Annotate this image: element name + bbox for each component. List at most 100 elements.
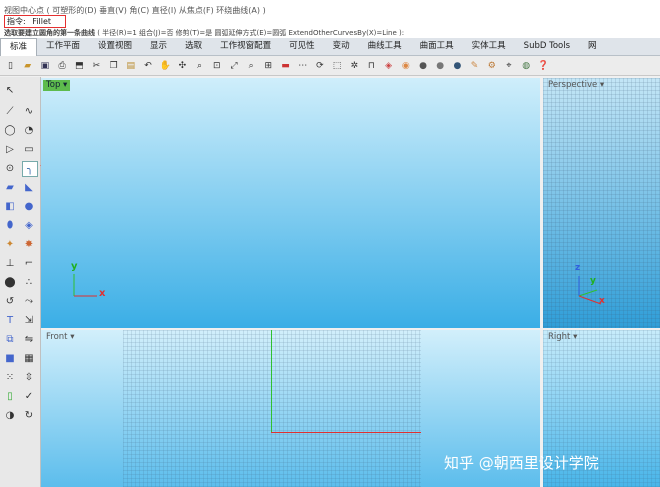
tab-subd-tools[interactable]: SubD Tools	[515, 38, 579, 55]
text-icon[interactable]: T	[3, 313, 17, 327]
tab-cplanes[interactable]: 工作平面	[37, 38, 89, 55]
analyze-icon[interactable]: ◑	[3, 408, 17, 422]
move-view-icon[interactable]: ✣	[176, 59, 189, 72]
boolean-icon[interactable]: ✦	[3, 237, 17, 251]
command-options-line: 选取要建立圆角的第一条曲线 ( 半径(R)=1 组合(J)=否 修剪(T)=是 …	[4, 28, 404, 38]
transform-icon[interactable]: ⌖	[502, 59, 515, 72]
polyline-icon[interactable]: ⟋	[3, 104, 17, 118]
command-label: 指令:	[7, 17, 26, 26]
command-value: Fillet	[32, 17, 51, 26]
trim-icon[interactable]: ⌐	[22, 256, 36, 270]
help-icon[interactable]: ❓	[537, 59, 550, 72]
mirror-icon[interactable]: ⇋	[22, 332, 36, 346]
viewport-perspective[interactable]: Perspective ▾ z y x	[543, 78, 660, 328]
save-icon[interactable]: ▣	[38, 59, 51, 72]
sticky-pin-icon[interactable]: ✎	[468, 59, 481, 72]
axis-label-x-persp: x	[599, 296, 605, 306]
viewport-top[interactable]: Top ▾ y x	[41, 78, 540, 328]
four-view-icon[interactable]: ⊞	[262, 59, 275, 72]
arc-icon[interactable]: ◔	[22, 123, 36, 137]
print-icon[interactable]: ⎙	[56, 59, 69, 72]
fillet-curve-icon[interactable]: ╮	[22, 161, 38, 177]
viewport-label-perspective[interactable]: Perspective ▾	[545, 80, 607, 91]
tab-solid-tools[interactable]: 实体工具	[463, 38, 515, 55]
viewport-label-right[interactable]: Right ▾	[545, 332, 580, 343]
tab-curve-tools[interactable]: 曲线工具	[359, 38, 411, 55]
axis-label-z: z	[575, 263, 581, 273]
select-arrow-icon[interactable]: ↖	[3, 83, 17, 97]
points-icon[interactable]: ∴	[22, 275, 36, 289]
tab-transform[interactable]: 变动	[324, 38, 359, 55]
lock-icon[interactable]: ⊓	[365, 59, 378, 72]
light-bulb-icon[interactable]: ✲	[348, 59, 361, 72]
offset-icon[interactable]: ↺	[3, 294, 17, 308]
tab-standard[interactable]: 标准	[0, 38, 38, 56]
tab-set-view[interactable]: 设置视图	[89, 38, 141, 55]
tab-viewport-layout[interactable]: 工作视窗配置	[211, 38, 280, 55]
tab-visibility[interactable]: 可见性	[280, 38, 324, 55]
watermark: 知乎 @朝西里设计学院	[444, 454, 599, 472]
layer-icon[interactable]: ◈	[382, 59, 395, 72]
split-icon[interactable]: ⊥	[3, 256, 17, 270]
circle-icon[interactable]: ◯	[3, 123, 17, 137]
ellipse-icon[interactable]: ⊙	[3, 161, 17, 175]
options-gear-icon[interactable]: ⚙	[485, 59, 498, 72]
extrude-icon[interactable]: ◣	[22, 180, 36, 194]
align-icon[interactable]: ⇳	[22, 370, 36, 384]
material-sphere-icon[interactable]: ●	[434, 59, 447, 72]
history-icon[interactable]: ↻	[22, 408, 36, 422]
blend-icon[interactable]: ⤳	[22, 294, 36, 308]
cut-icon[interactable]: ✂	[90, 59, 103, 72]
paste-icon[interactable]: ▤	[124, 59, 137, 72]
grid-array-icon[interactable]: ▦	[22, 351, 36, 365]
undo-icon[interactable]: ↶	[142, 59, 155, 72]
box-icon[interactable]: ◧	[3, 199, 17, 213]
grid-snap-icon[interactable]: ⋯	[296, 59, 309, 72]
move-icon[interactable]: ▯	[3, 389, 17, 403]
dots-grid-icon[interactable]: ⁙	[3, 370, 17, 384]
tab-surface-tools[interactable]: 曲面工具	[411, 38, 463, 55]
rotate-view-icon[interactable]: ⟳	[313, 59, 326, 72]
axis-label-y-persp: y	[590, 276, 596, 286]
zoom-selected-icon[interactable]: ⌕	[245, 59, 258, 72]
polygon-icon[interactable]: ▷	[3, 142, 17, 156]
render-sphere-icon[interactable]: ●	[417, 59, 430, 72]
environment-icon[interactable]: ●	[451, 59, 464, 72]
open-file-icon[interactable]: ▰	[21, 59, 34, 72]
zoom-extents-icon[interactable]: ⤢	[227, 59, 240, 72]
tab-mesh[interactable]: 网	[579, 38, 606, 55]
surface-icon[interactable]: ▰	[3, 180, 17, 194]
command-input[interactable]: 指令: Fillet	[4, 15, 66, 28]
tab-select[interactable]: 选取	[176, 38, 211, 55]
solid-box-icon[interactable]: ■	[3, 351, 17, 365]
check-icon[interactable]: ✓	[22, 389, 36, 403]
zoom-window-icon[interactable]: ⊡	[210, 59, 223, 72]
color-wheel-icon[interactable]: ◉	[399, 59, 412, 72]
cplane-icon[interactable]: ▬	[279, 59, 292, 72]
select-icon[interactable]: ⬚	[331, 59, 344, 72]
dimension-icon[interactable]: ⇲	[22, 313, 36, 327]
cylinder-icon[interactable]: ⬮	[3, 218, 17, 232]
command-area: 视图中心点 ( 可塑形的(D) 垂直(V) 角(C) 直径(I) 从焦点(F) …	[0, 0, 660, 39]
globe-icon[interactable]: ◍	[520, 59, 533, 72]
tab-display[interactable]: 显示	[141, 38, 176, 55]
pan-icon[interactable]: ✋	[159, 59, 172, 72]
toolbar-tabs: 标准 工作平面 设置视图 显示 选取 工作视窗配置 可见性 变动 曲线工具 曲面…	[0, 38, 660, 56]
import-icon[interactable]: ⬒	[73, 59, 86, 72]
group-icon[interactable]: ⬤	[3, 275, 17, 289]
command-prompt-row: 指令: Fillet	[4, 15, 66, 28]
array-icon[interactable]: ⧉	[3, 332, 17, 346]
mesh-icon[interactable]: ◈	[22, 218, 36, 232]
zoom-icon[interactable]: ⌕	[193, 59, 206, 72]
copy-icon[interactable]: ❐	[107, 59, 120, 72]
explode-icon[interactable]: ✸	[22, 237, 36, 251]
viewport-label-front[interactable]: Front ▾	[43, 332, 77, 343]
new-file-icon[interactable]: ▯	[4, 59, 17, 72]
viewport-label-top[interactable]: Top ▾	[43, 80, 71, 91]
curve-icon[interactable]: ∿	[22, 104, 36, 118]
axis-label-y: y	[71, 261, 78, 272]
sphere-icon[interactable]: ●	[22, 199, 36, 213]
front-grid	[123, 330, 421, 487]
rectangle-icon[interactable]: ▭	[22, 142, 36, 156]
standard-toolbar: ▯ ▰ ▣ ⎙ ⬒ ✂ ❐ ▤ ↶ ✋ ✣ ⌕ ⊡ ⤢ ⌕ ⊞ ▬ ⋯ ⟳ ⬚ …	[0, 56, 660, 76]
